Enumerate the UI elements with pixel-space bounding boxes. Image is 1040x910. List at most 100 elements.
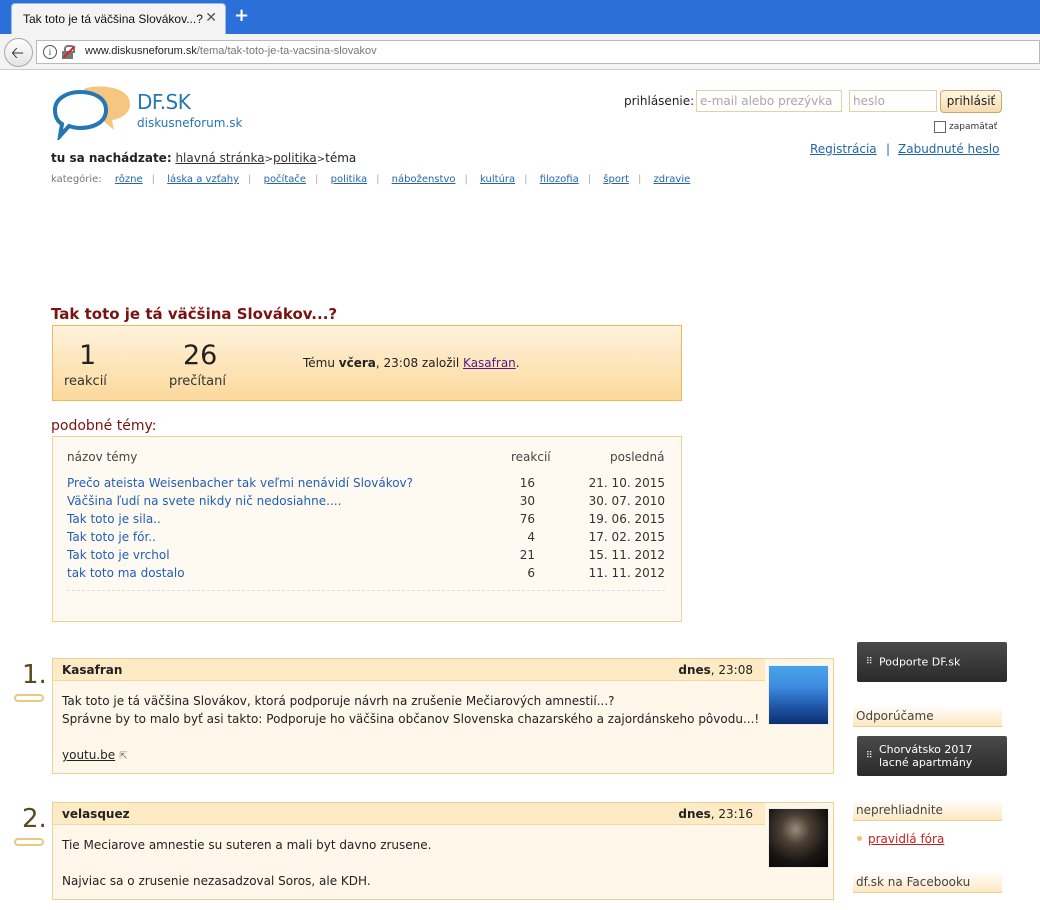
post-number: 1. bbox=[22, 660, 47, 690]
topic-title: Tak toto je tá väčšina Slovákov...? bbox=[51, 305, 338, 323]
new-tab-icon[interactable]: + bbox=[234, 5, 249, 26]
post-header: velasquez dnes, 23:16 bbox=[53, 803, 765, 825]
post-line: Tie Meciarove amnestie su suteren a mali… bbox=[62, 838, 432, 852]
post: Kasafran dnes, 23:08 Tak toto je tá väčš… bbox=[52, 658, 834, 774]
bullet-icon bbox=[857, 836, 862, 841]
remember-checkbox[interactable] bbox=[934, 121, 946, 133]
category-separator: | bbox=[151, 174, 156, 185]
reactions-count: 1 bbox=[79, 340, 97, 371]
last-date: 30. 07. 2010 bbox=[588, 494, 665, 508]
similar-topic-link[interactable]: tak toto ma dostalo bbox=[67, 566, 185, 580]
col-header-last: posledná bbox=[610, 450, 665, 464]
category-link[interactable]: rôzne bbox=[115, 174, 143, 185]
close-tab-icon[interactable]: ✕ bbox=[205, 10, 217, 26]
category-link[interactable]: kultúra bbox=[480, 174, 515, 185]
post-author[interactable]: Kasafran bbox=[62, 663, 122, 677]
ad-button-label: Chorvátsko 2017 lacné apartmány bbox=[879, 743, 973, 769]
back-button[interactable]: 🡠 bbox=[4, 38, 33, 67]
post-body: Tie Meciarove amnestie su suteren a mali… bbox=[62, 836, 431, 890]
grid-dots-icon: ⠿ bbox=[866, 751, 873, 761]
last-date: 21. 10. 2015 bbox=[588, 476, 665, 490]
post-date: dnes, 23:08 bbox=[678, 663, 753, 677]
similar-topic-link[interactable]: Tak toto je sila.. bbox=[67, 512, 161, 526]
similar-topic-link[interactable]: Tak toto je fór.. bbox=[67, 530, 156, 544]
browser-tab-bar: Tak toto je tá väčšina Slovákov...? ✕ + bbox=[0, 0, 1040, 34]
breadcrumb: tu sa nachádzate: hlavná stránka>politik… bbox=[51, 151, 356, 165]
reactions-label: reakcií bbox=[64, 374, 107, 389]
browser-tab[interactable]: Tak toto je tá väčšina Slovákov...? ✕ bbox=[11, 3, 226, 34]
reaction-count: 30 bbox=[519, 494, 535, 508]
breadcrumb-arrow-icon: > bbox=[316, 154, 326, 165]
support-button[interactable]: ⠿ Podporte DF.sk bbox=[857, 642, 1007, 682]
table-row: tak toto ma dostalo 6 11. 11. 2012 bbox=[67, 566, 665, 584]
address-bar[interactable]: i www.diskusneforum.sk/tema/tak-toto-je-… bbox=[36, 40, 1040, 64]
table-row: Tak toto je vrchol 21 15. 11. 2012 bbox=[67, 548, 665, 566]
category-link[interactable]: filozofia bbox=[540, 174, 579, 185]
password-field[interactable]: heslo bbox=[849, 90, 937, 112]
tab-title: Tak toto je tá väčšina Slovákov...? bbox=[23, 12, 203, 26]
post-link[interactable]: youtu.be bbox=[62, 748, 115, 762]
back-arrow-icon: 🡠 bbox=[11, 43, 24, 62]
category-link[interactable]: zdravie bbox=[654, 174, 691, 185]
category-link[interactable]: politika bbox=[331, 174, 367, 185]
category-separator: | bbox=[248, 174, 252, 185]
category-separator: | bbox=[376, 174, 380, 185]
breadcrumb-home[interactable]: hlavná stránka bbox=[175, 151, 264, 165]
post-date: dnes, 23:16 bbox=[678, 807, 753, 821]
reads-count: 26 bbox=[183, 340, 218, 371]
similar-topics-table: názov témy reakcií posledná Prečo ateist… bbox=[52, 436, 682, 622]
category-link[interactable]: náboženstvo bbox=[392, 174, 456, 185]
similar-topic-link[interactable]: Väčšina ľudí na svete nikdy nič nedosiah… bbox=[67, 494, 341, 508]
last-date: 15. 11. 2012 bbox=[588, 548, 665, 562]
post-body: Tak toto je tá väčšina Slovákov, ktorá p… bbox=[62, 692, 759, 766]
category-link[interactable]: počítače bbox=[264, 174, 306, 185]
ad-button[interactable]: ⠿ Chorvátsko 2017 lacné apartmány bbox=[857, 736, 1007, 776]
table-row: Prečo ateista Weisenbacher tak veľmi nen… bbox=[67, 476, 665, 494]
reaction-count: 6 bbox=[527, 566, 535, 580]
breadcrumb-arrow-icon: > bbox=[264, 154, 273, 165]
dont-miss-heading: neprehliadnite bbox=[853, 799, 1002, 821]
facebook-heading: df.sk na Facebooku bbox=[853, 871, 1002, 893]
last-date: 19. 06. 2015 bbox=[588, 512, 665, 526]
forum-rules-link[interactable]: pravidlá fóra bbox=[868, 832, 944, 846]
avatar[interactable] bbox=[768, 665, 829, 725]
link-separator: | bbox=[886, 142, 891, 156]
table-row: Väčšina ľudí na svete nikdy nič nedosiah… bbox=[67, 494, 665, 512]
post-line: Najviac sa o zrusenie nezasadzoval Soros… bbox=[62, 874, 371, 888]
logo-subtitle[interactable]: diskusneforum.sk bbox=[137, 116, 242, 130]
breadcrumb-current: téma bbox=[325, 151, 357, 165]
category-link[interactable]: láska a vzťahy bbox=[167, 174, 239, 185]
topic-author-link[interactable]: Kasafran bbox=[463, 356, 516, 370]
info-icon[interactable]: i bbox=[43, 45, 57, 59]
url-text[interactable]: www.diskusneforum.sk/tema/tak-toto-je-ta… bbox=[85, 45, 377, 57]
logo-title[interactable]: DF.SK bbox=[137, 90, 191, 114]
similar-topic-link[interactable]: Tak toto je vrchol bbox=[67, 548, 170, 562]
breadcrumb-label: tu sa nachádzate: bbox=[51, 151, 172, 165]
remember-label: zapamätať bbox=[949, 122, 998, 132]
category-link[interactable]: šport bbox=[603, 174, 629, 185]
logo-bubbles-icon[interactable] bbox=[52, 84, 132, 140]
post-link-row: youtu.be ⇱ bbox=[62, 746, 759, 766]
table-row: Tak toto je sila.. 76 19. 06. 2015 bbox=[67, 512, 665, 530]
post-header: Kasafran dnes, 23:08 bbox=[53, 659, 765, 681]
reaction-count: 21 bbox=[519, 548, 535, 562]
login-label: prihlásenie: bbox=[624, 94, 695, 108]
post-author[interactable]: velasquez bbox=[62, 807, 130, 821]
forgot-password-link[interactable]: Zabudnuté heslo bbox=[898, 142, 999, 156]
external-link-icon: ⇱ bbox=[119, 751, 128, 762]
login-button[interactable]: prihlásiť bbox=[940, 90, 1002, 113]
post: velasquez dnes, 23:16 Tie Meciarove amne… bbox=[52, 802, 834, 900]
category-separator: | bbox=[638, 174, 642, 185]
similar-topic-link[interactable]: Prečo ateista Weisenbacher tak veľmi nen… bbox=[67, 476, 413, 490]
post-line: Správne by to malo byť asi takto: Podpor… bbox=[62, 712, 760, 726]
breadcrumb-section[interactable]: politika bbox=[273, 151, 317, 165]
avatar[interactable] bbox=[768, 808, 829, 868]
email-field[interactable]: e-mail alebo prezývka bbox=[696, 90, 842, 112]
paperclip-icon bbox=[14, 694, 44, 702]
register-link[interactable]: Registrácia bbox=[810, 142, 877, 156]
reads-label: prečítaní bbox=[169, 374, 226, 389]
topic-info: Tému včera, 23:08 založil Kasafran. bbox=[303, 356, 520, 370]
category-nav: kategórie: rôzne | láska a vzťahy | počíta… bbox=[51, 174, 690, 185]
post-line: Tak toto je tá väčšina Slovákov, ktorá p… bbox=[62, 694, 615, 708]
table-row: Tak toto je fór.. 4 17. 02. 2015 bbox=[67, 530, 665, 548]
